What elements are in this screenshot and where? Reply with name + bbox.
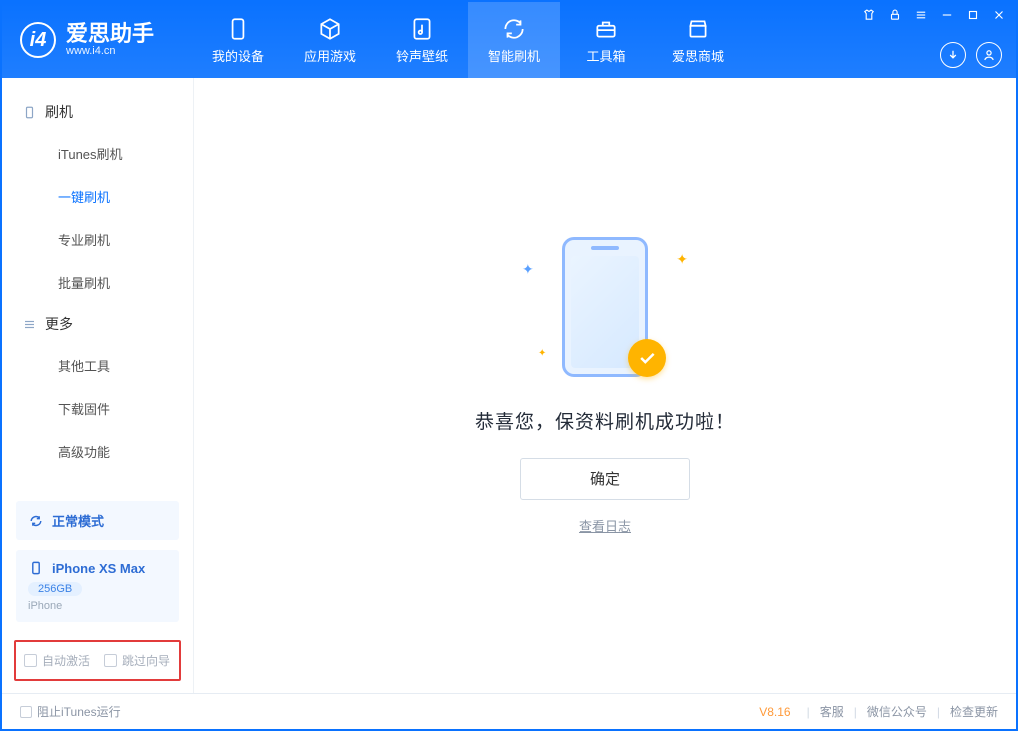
brand-url: www.i4.cn bbox=[66, 45, 154, 57]
option-label: 跳过向导 bbox=[122, 652, 170, 669]
success-panel: ✦ ✦ ✦ 恭喜您，保资料刷机成功啦！ 确定 查看日志 bbox=[475, 237, 735, 535]
main-panel: ✦ ✦ ✦ 恭喜您，保资料刷机成功啦！ 确定 查看日志 bbox=[194, 78, 1016, 693]
menu-icon bbox=[22, 317, 37, 332]
sidebar-group-more: 更多 bbox=[2, 304, 193, 344]
refresh-icon bbox=[28, 513, 44, 529]
sidebar-item-advanced[interactable]: 高级功能 bbox=[2, 430, 193, 473]
sidebar-item-oneclick-flash[interactable]: 一键刷机 bbox=[2, 175, 193, 218]
tab-label: 应用游戏 bbox=[304, 46, 356, 65]
tab-ringtones[interactable]: 铃声壁纸 bbox=[376, 2, 468, 78]
tab-label: 爱思商城 bbox=[672, 46, 724, 65]
phone-illustration: ✦ ✦ ✦ bbox=[510, 237, 700, 387]
maximize-button[interactable] bbox=[964, 6, 982, 24]
sidebar-item-batch-flash[interactable]: 批量刷机 bbox=[2, 261, 193, 304]
wechat-link[interactable]: 微信公众号 bbox=[867, 703, 927, 720]
minimize-button[interactable] bbox=[938, 6, 956, 24]
body: 刷机 iTunes刷机 一键刷机 专业刷机 批量刷机 更多 其他工具 下载固件 … bbox=[2, 78, 1016, 693]
option-skip-guide[interactable]: 跳过向导 bbox=[104, 652, 170, 669]
tab-apps-games[interactable]: 应用游戏 bbox=[284, 2, 376, 78]
checkbox-icon bbox=[24, 654, 37, 667]
logo[interactable]: i4 爱思助手 www.i4.cn bbox=[2, 2, 192, 78]
tab-toolbox[interactable]: 工具箱 bbox=[560, 2, 652, 78]
refresh-icon bbox=[501, 16, 527, 42]
tab-label: 铃声壁纸 bbox=[396, 46, 448, 65]
sparkle-icon: ✦ bbox=[538, 348, 546, 359]
sidebar-item-other-tools[interactable]: 其他工具 bbox=[2, 344, 193, 387]
status-bar: 阻止iTunes运行 V8.16 | 客服 | 微信公众号 | 检查更新 bbox=[2, 693, 1016, 729]
success-message: 恭喜您，保资料刷机成功啦！ bbox=[475, 407, 735, 434]
tab-smart-flash[interactable]: 智能刷机 bbox=[468, 2, 560, 78]
phone-icon bbox=[28, 560, 44, 576]
mode-label: 正常模式 bbox=[52, 511, 104, 530]
option-label: 阻止iTunes运行 bbox=[37, 703, 121, 720]
close-button[interactable] bbox=[990, 6, 1008, 24]
view-log-link[interactable]: 查看日志 bbox=[579, 516, 631, 535]
sidebar-group-flash: 刷机 bbox=[2, 92, 193, 132]
tab-label: 工具箱 bbox=[586, 46, 625, 65]
phone-icon bbox=[225, 16, 251, 42]
sidebar-item-pro-flash[interactable]: 专业刷机 bbox=[2, 218, 193, 261]
brand-name: 爱思助手 bbox=[66, 23, 154, 45]
sidebar-group-title: 更多 bbox=[45, 314, 73, 334]
version-label: V8.16 bbox=[759, 705, 790, 719]
top-tabs: 我的设备 应用游戏 铃声壁纸 智能刷机 工具箱 爱思商城 bbox=[192, 2, 744, 78]
ok-button[interactable]: 确定 bbox=[520, 458, 690, 500]
store-icon bbox=[685, 16, 711, 42]
toolbox-icon bbox=[593, 16, 619, 42]
option-auto-activate[interactable]: 自动激活 bbox=[24, 652, 90, 669]
support-link[interactable]: 客服 bbox=[820, 703, 844, 720]
tab-store[interactable]: 爱思商城 bbox=[652, 2, 744, 78]
window-controls bbox=[860, 6, 1008, 24]
download-button[interactable] bbox=[940, 42, 966, 68]
device-type: iPhone bbox=[28, 600, 167, 612]
user-button[interactable] bbox=[976, 42, 1002, 68]
cube-icon bbox=[317, 16, 343, 42]
option-block-itunes[interactable]: 阻止iTunes运行 bbox=[20, 703, 121, 720]
lock-icon[interactable] bbox=[886, 6, 904, 24]
sparkle-icon: ✦ bbox=[676, 251, 688, 268]
capacity-badge: 256GB bbox=[28, 582, 82, 596]
check-badge-icon bbox=[628, 339, 666, 377]
sparkle-icon: ✦ bbox=[522, 261, 534, 278]
music-file-icon bbox=[409, 16, 435, 42]
highlighted-options: 自动激活 跳过向导 bbox=[14, 640, 181, 681]
sidebar-group-title: 刷机 bbox=[45, 102, 73, 122]
check-update-link[interactable]: 检查更新 bbox=[950, 703, 998, 720]
mode-card[interactable]: 正常模式 bbox=[16, 501, 179, 540]
checkbox-icon bbox=[20, 706, 32, 718]
tab-label: 智能刷机 bbox=[488, 46, 540, 65]
title-bar: i4 爱思助手 www.i4.cn 我的设备 应用游戏 铃声壁纸 智能刷机 bbox=[2, 2, 1016, 78]
header-actions bbox=[940, 42, 1002, 68]
checkbox-icon bbox=[104, 654, 117, 667]
device-name: iPhone XS Max bbox=[52, 561, 145, 576]
option-label: 自动激活 bbox=[42, 652, 90, 669]
tab-my-device[interactable]: 我的设备 bbox=[192, 2, 284, 78]
device-card[interactable]: iPhone XS Max 256GB iPhone bbox=[16, 550, 179, 622]
sidebar-item-itunes-flash[interactable]: iTunes刷机 bbox=[2, 132, 193, 175]
tab-label: 我的设备 bbox=[212, 46, 264, 65]
menu-icon[interactable] bbox=[912, 6, 930, 24]
sidebar: 刷机 iTunes刷机 一键刷机 专业刷机 批量刷机 更多 其他工具 下载固件 … bbox=[2, 78, 194, 693]
phone-icon bbox=[22, 105, 37, 120]
app-window: i4 爱思助手 www.i4.cn 我的设备 应用游戏 铃声壁纸 智能刷机 bbox=[0, 0, 1018, 731]
logo-icon: i4 bbox=[20, 22, 56, 58]
sidebar-item-download-firmware[interactable]: 下载固件 bbox=[2, 387, 193, 430]
shirt-icon[interactable] bbox=[860, 6, 878, 24]
